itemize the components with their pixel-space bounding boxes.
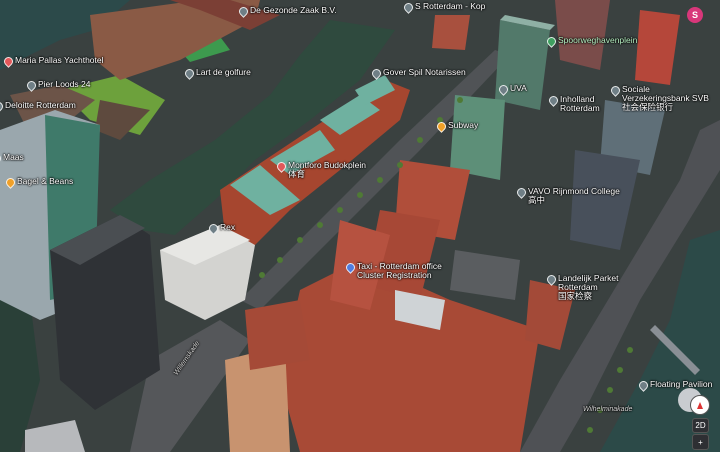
map-place-label[interactable]: Maas xyxy=(3,153,24,162)
map-place-label[interactable]: Deloitte Rotterdam xyxy=(5,101,76,110)
map-place-label[interactable]: De Gezonde Zaak B.V. xyxy=(250,6,337,15)
map-place-label[interactable]: Spoorweghavenplein xyxy=(558,36,637,45)
compass-button[interactable] xyxy=(690,395,710,415)
map-place-label[interactable]: Sociale Verzekeringsbank SVB 社会保险银行 xyxy=(622,85,709,112)
map-place-label[interactable]: Taxi - Rotterdam office Cluster Registra… xyxy=(357,262,442,280)
profile-avatar-button[interactable]: S xyxy=(687,7,703,23)
map-place-label[interactable]: Rex xyxy=(220,223,235,232)
street-label-wilhelminakade: Wilhelminakade xyxy=(583,406,633,413)
mode-2d-button[interactable]: 2D xyxy=(692,418,709,433)
map-place-label[interactable]: UVA xyxy=(510,84,527,93)
map-place-label[interactable]: Gover Spil Notarissen xyxy=(383,68,466,77)
map-place-label[interactable]: Inholland Rotterdam xyxy=(560,95,600,113)
map-place-label[interactable]: S Rotterdam - Kop xyxy=(415,2,485,11)
map-place-label[interactable]: Pier Loods 24 xyxy=(38,80,90,89)
map-place-label[interactable]: Landelijk Parket Rotterdam 国家检察 xyxy=(558,274,618,301)
zoom-in-button[interactable]: + xyxy=(692,434,709,450)
map-place-label[interactable]: Maria Pallas Yachthotel xyxy=(15,56,104,65)
map-place-label[interactable]: VAVO Rijnmond College 高中 xyxy=(528,187,620,205)
map-viewport[interactable]: De Gezonde Zaak B.V. S Rotterdam - Kop Spo… xyxy=(0,0,720,452)
map-place-label[interactable]: Floating Pavilion xyxy=(650,380,712,389)
compass-icon xyxy=(697,401,703,409)
map-place-label[interactable]: Bagel & Beans xyxy=(17,177,73,186)
map-place-label[interactable]: Montforo Budokplein 体育 xyxy=(288,161,366,179)
map-place-label[interactable]: Subway xyxy=(448,121,478,130)
map-place-label[interactable]: Lart de golfure xyxy=(196,68,251,77)
satellite-3d-scene[interactable] xyxy=(0,0,720,452)
